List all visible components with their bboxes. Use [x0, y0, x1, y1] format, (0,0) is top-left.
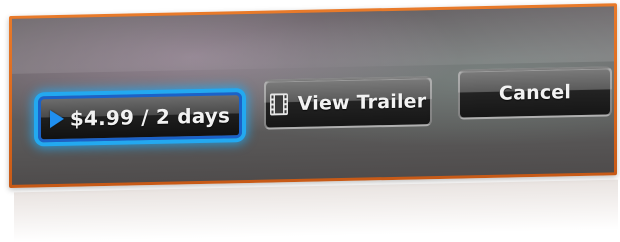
rent-button[interactable]: $4.99 / 2 days	[38, 92, 242, 143]
rent-button-label: $4.99 / 2 days	[69, 103, 231, 131]
view-trailer-button[interactable]: View Trailer	[264, 76, 432, 130]
dialog-background: $4.99 / 2 days View Trailer Cancel	[12, 6, 614, 185]
screen-reflection	[14, 179, 618, 242]
cancel-button-label: Cancel	[498, 81, 572, 105]
film-icon	[269, 93, 288, 116]
cancel-button[interactable]: Cancel	[458, 66, 612, 120]
tv-screen-frame: $4.99 / 2 days View Trailer Cancel	[9, 3, 617, 188]
view-trailer-button-label: View Trailer	[297, 90, 427, 115]
play-icon	[49, 109, 64, 129]
